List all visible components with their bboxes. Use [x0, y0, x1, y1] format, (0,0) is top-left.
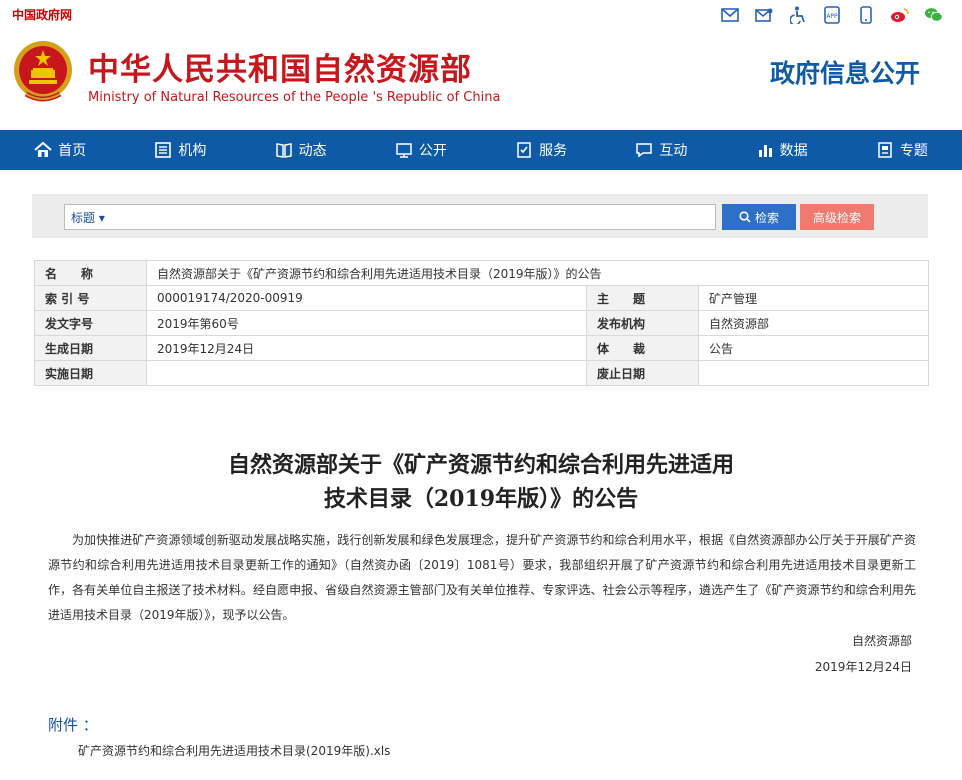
service-icon	[515, 141, 533, 159]
meta-value: 自然资源部	[698, 310, 929, 336]
nav-item-label: 服务	[539, 143, 568, 159]
section-title: 政府信息公开	[769, 59, 920, 88]
document-meta-table: 名 称 自然资源部关于《矿产资源节约和综合利用先进适用技术目录（2019年版）》…	[34, 260, 929, 386]
meta-value: 000019174/2020-00919	[146, 285, 587, 311]
weibo-icon[interactable]	[890, 6, 910, 24]
accessibility-icon[interactable]	[788, 6, 808, 24]
meta-label: 名 称	[34, 260, 147, 286]
disclosure-icon	[395, 141, 413, 159]
article-body: 为加快推进矿产资源领域创新驱动发展战略实施，践行创新发展和绿色发展理念，提升矿产…	[48, 533, 916, 622]
table-row: 名 称 自然资源部关于《矿产资源节约和综合利用先进适用技术目录（2019年版）》…	[34, 260, 929, 286]
home-icon	[34, 141, 52, 159]
meta-value: 2019年第60号	[146, 310, 587, 336]
table-row: 实施日期 废止日期	[34, 360, 929, 386]
article-title-line: 自然资源部关于《矿产资源节约和综合利用先进适用	[227, 452, 734, 478]
signer: 自然资源部	[851, 634, 912, 648]
interact-icon	[635, 141, 653, 159]
article-signature: 自然资源部 2019年12月24日	[815, 628, 912, 680]
site-header: 中华人民共和国自然资源部 Ministry of Natural Resourc…	[0, 30, 962, 130]
meta-label: 主 题	[586, 285, 699, 311]
data-icon	[756, 141, 774, 159]
table-row: 索 引 号 000019174/2020-00919 主 题 矿产管理	[34, 285, 929, 311]
meta-value: 自然资源部关于《矿产资源节约和综合利用先进适用技术目录（2019年版）》的公告	[146, 260, 929, 286]
nav-item-disclosure[interactable]: 公开	[361, 130, 481, 170]
meta-value	[146, 360, 587, 386]
meta-label: 实施日期	[34, 360, 147, 386]
attachment-label: 附件 ：	[48, 716, 98, 734]
attachment-link[interactable]: 矿产资源节约和综合利用先进适用技术目录(2019年版).xls	[78, 742, 390, 759]
meta-value	[698, 360, 929, 386]
meta-label: 发文字号	[34, 310, 147, 336]
search-input[interactable]	[127, 207, 707, 227]
svg-text:APP: APP	[826, 13, 838, 20]
topic-icon	[876, 141, 894, 159]
search-icon	[739, 211, 751, 223]
meta-value: 矿产管理	[698, 285, 929, 311]
search-button[interactable]: 检索	[722, 204, 796, 230]
nav-item-service[interactable]: 服务	[481, 130, 601, 170]
nav-item-label: 机构	[178, 143, 207, 159]
search-type-dropdown[interactable]: 标题 ▾	[71, 209, 105, 226]
top-strip: 中国政府网 APP	[0, 0, 962, 30]
mobile-icon[interactable]	[856, 6, 876, 24]
search-button-label: 检索	[754, 210, 779, 225]
top-icon-group: APP	[720, 6, 944, 24]
article-title: 自然资源部关于《矿产资源节约和综合利用先进适用 技术目录（2019年版）》的公告	[0, 448, 962, 516]
nav-item-data[interactable]: 数据	[722, 130, 842, 170]
ministry-name-en: Ministry of Natural Resources of the Peo…	[88, 90, 501, 105]
wechat-icon[interactable]	[924, 6, 944, 24]
nav-item-home[interactable]: 首页	[0, 130, 120, 170]
gov-portal-link[interactable]: 中国政府网	[12, 6, 72, 23]
meta-label: 废止日期	[586, 360, 699, 386]
nav-item-label: 专题	[899, 143, 928, 159]
nav-item-label: 首页	[58, 143, 87, 159]
news-icon	[275, 141, 293, 159]
app-icon[interactable]: APP	[822, 6, 842, 24]
nav-item-interact[interactable]: 互动	[601, 130, 721, 170]
nav-item-org[interactable]: 机构	[120, 130, 240, 170]
national-emblem-icon	[12, 38, 74, 106]
mail-icon[interactable]	[720, 6, 740, 24]
nav-item-label: 公开	[418, 143, 447, 159]
ministry-name-cn: 中华人民共和国自然资源部	[88, 52, 472, 88]
main-nav: 首页 机构 动态 公开 服务 互动 数据 专题	[0, 130, 962, 170]
meta-value: 2019年12月24日	[146, 335, 587, 361]
org-icon	[154, 141, 172, 159]
meta-label: 生成日期	[34, 335, 147, 361]
nav-item-label: 动态	[298, 143, 327, 159]
meta-value: 公告	[698, 335, 929, 361]
meta-label: 索 引 号	[34, 285, 147, 311]
search-bar: 标题 ▾ 检索 高级检索	[32, 194, 928, 238]
meta-label: 发布机构	[586, 310, 699, 336]
search-box: 标题 ▾	[64, 204, 716, 230]
mail-alt-icon[interactable]	[754, 6, 774, 24]
nav-item-topic[interactable]: 专题	[842, 130, 962, 170]
table-row: 发文字号 2019年第60号 发布机构 自然资源部	[34, 310, 929, 336]
nav-item-label: 数据	[779, 143, 808, 159]
table-row: 生成日期 2019年12月24日 体 裁 公告	[34, 335, 929, 361]
advanced-search-button[interactable]: 高级检索	[800, 204, 874, 230]
nav-item-news[interactable]: 动态	[241, 130, 361, 170]
article-title-line: 技术目录（2019年版）》的公告	[323, 486, 639, 512]
sign-date: 2019年12月24日	[814, 660, 912, 674]
nav-item-label: 互动	[659, 143, 688, 159]
meta-label: 体 裁	[586, 335, 699, 361]
